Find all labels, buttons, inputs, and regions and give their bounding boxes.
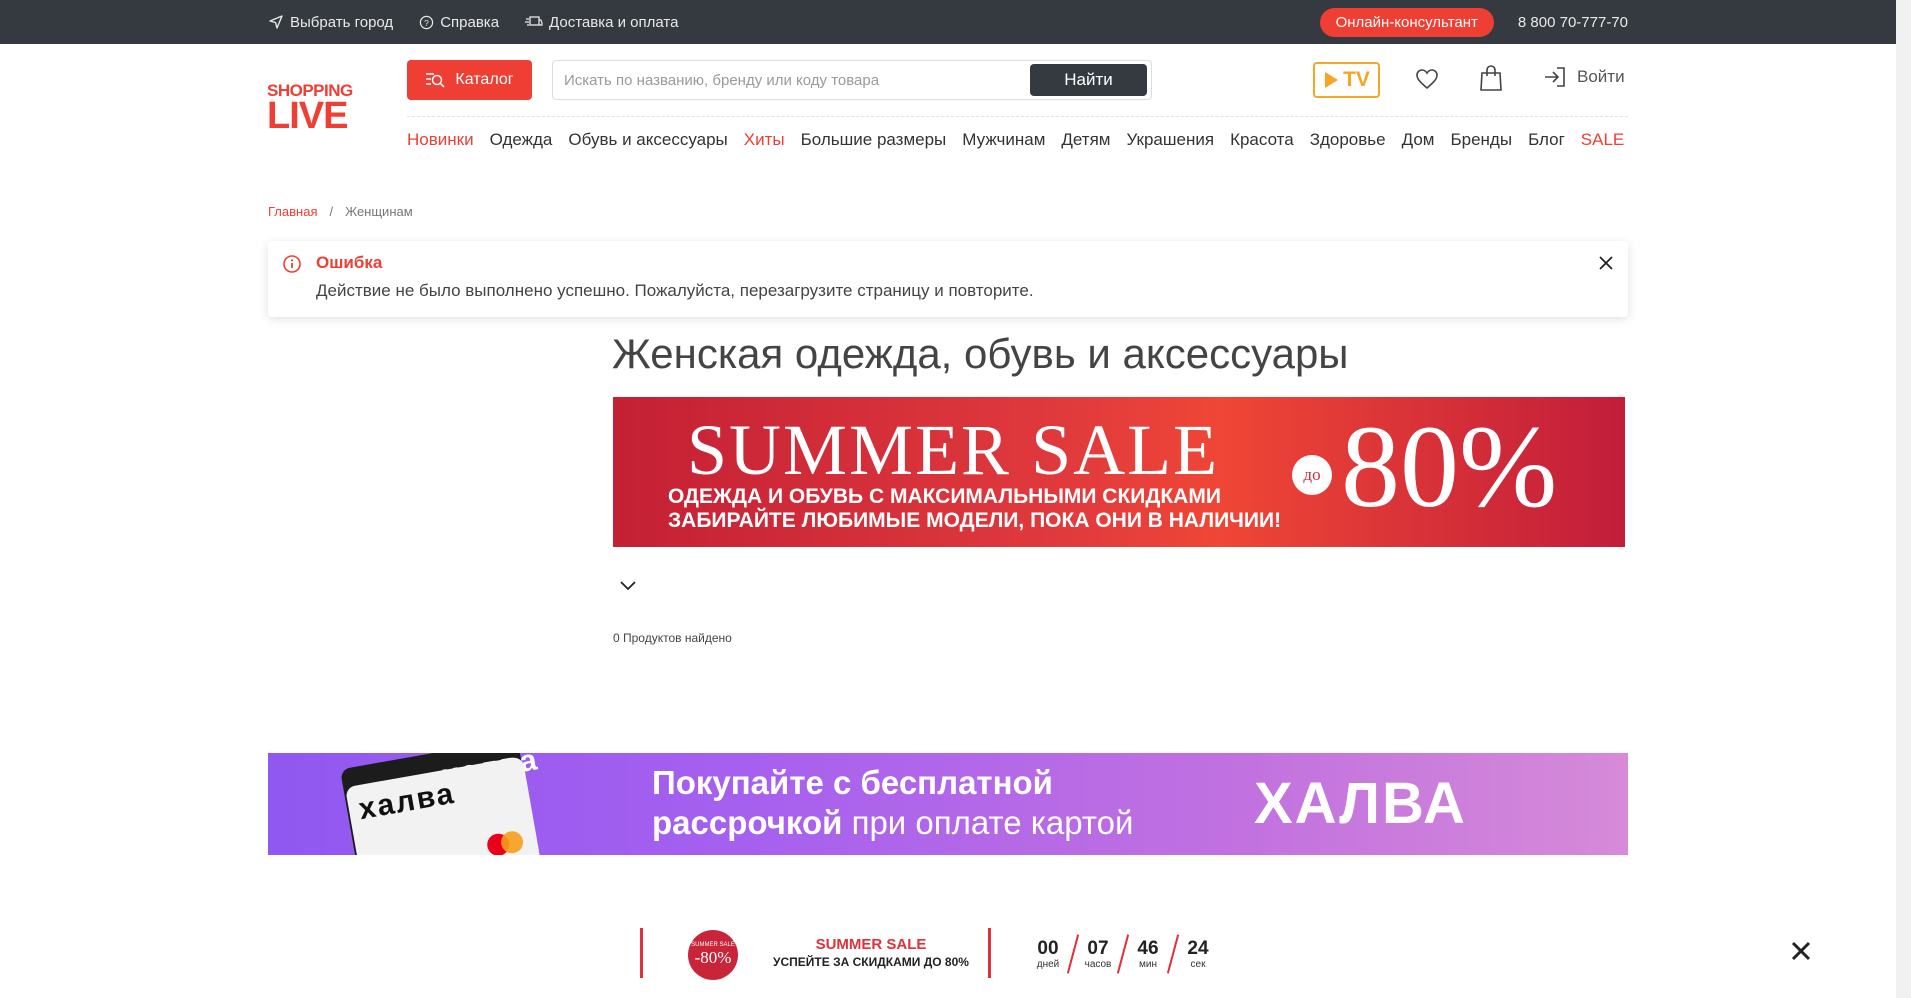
- timer-separator: [1066, 934, 1080, 974]
- close-icon[interactable]: [1790, 940, 1812, 962]
- timer-hours-value: 07: [1087, 937, 1109, 959]
- heart-icon[interactable]: [1415, 68, 1439, 90]
- sale-line-2: ЗАБИРАЙТЕ ЛЮБИМЫЕ МОДЕЛИ, ПОКА ОНИ В НАЛ…: [668, 509, 1282, 532]
- halva-text-bold-2: рассрочкой: [652, 804, 843, 841]
- main-nav: Новинки Одежда Обувь и аксессуары Хиты Б…: [407, 130, 1640, 150]
- badge-value: -80%: [694, 948, 732, 967]
- timer-days: 00 дней: [1030, 937, 1066, 970]
- nav-item-plus-sizes[interactable]: Большие размеры: [801, 130, 947, 150]
- logo-line-2: LIVE: [267, 95, 348, 137]
- alert-message: Действие не было выполнено успешно. Пожа…: [316, 281, 1034, 300]
- halva-banner[interactable]: халва халва Покупайте с бесплатной расср…: [268, 753, 1628, 855]
- timer-days-label: дней: [1036, 958, 1060, 970]
- timer-hours: 07 часов: [1080, 937, 1116, 970]
- sale-headline: SUMMER SALE: [687, 410, 1220, 490]
- card-brand-label: халва: [356, 776, 458, 827]
- sign-in-icon: [1545, 67, 1565, 87]
- play-icon: [1325, 72, 1339, 88]
- delivery-link[interactable]: Доставка и оплата: [525, 14, 678, 31]
- tv-button[interactable]: TV: [1313, 62, 1380, 98]
- login-link[interactable]: Войти: [1543, 66, 1625, 88]
- search-box: Найти: [552, 60, 1152, 100]
- timer-days-value: 00: [1037, 937, 1059, 959]
- countdown-sale-badge: SUMMER SALE -80%: [688, 930, 738, 980]
- catalog-search-icon: [426, 73, 445, 88]
- sale-line-1: ОДЕЖДА И ОБУВЬ С МАКСИМАЛЬНЫМИ СКИДКАМИ: [668, 485, 1221, 508]
- countdown-subtitle: УСПЕЙТЕ ЗА СКИДКАМИ ДО 80%: [773, 955, 969, 969]
- breadcrumb-home[interactable]: Главная: [268, 204, 317, 219]
- question-circle-icon: ?: [419, 15, 434, 29]
- nav-item-health[interactable]: Здоровье: [1310, 130, 1386, 150]
- search-input[interactable]: [553, 62, 1030, 98]
- breadcrumb: Главная / Женщинам: [268, 204, 413, 219]
- halva-text-regular: при оплате картой: [842, 804, 1134, 841]
- nav-item-jewelry[interactable]: Украшения: [1126, 130, 1214, 150]
- timer-seconds-value: 24: [1187, 937, 1209, 959]
- nav-item-beauty[interactable]: Красота: [1230, 130, 1294, 150]
- tv-label: TV: [1343, 68, 1370, 91]
- summer-sale-banner[interactable]: SUMMER SALE ОДЕЖДА И ОБУВЬ С МАКСИМАЛЬНЫ…: [613, 397, 1625, 547]
- catalog-button[interactable]: Каталог: [407, 60, 532, 100]
- error-alert: Ошибка Действие не было выполнено успешн…: [268, 241, 1628, 317]
- header-divider: [407, 116, 1628, 117]
- location-arrow-icon: [269, 15, 283, 29]
- halva-logo: ХАЛВА: [1254, 771, 1467, 836]
- timer-separator: [1166, 934, 1180, 974]
- breadcrumb-separator: /: [329, 204, 334, 219]
- nav-item-sale[interactable]: SALE: [1581, 130, 1624, 150]
- timer-minutes-value: 46: [1137, 937, 1159, 959]
- nav-item-kids[interactable]: Детям: [1061, 130, 1110, 150]
- timer-seconds-label: сек: [1190, 958, 1206, 970]
- phone-number[interactable]: 8 800 70-777-70: [1518, 14, 1628, 31]
- close-icon[interactable]: [1598, 255, 1614, 271]
- countdown-bar: SUMMER SALE -80% SUMMER SALE УСПЕЙТЕ ЗА …: [0, 920, 1896, 998]
- site-logo[interactable]: SHOPPING LIVE: [267, 82, 363, 137]
- halva-text-bold-1: Покупайте с бесплатной: [652, 764, 1053, 801]
- sale-prefix-badge: до: [1292, 455, 1332, 495]
- help-label: Справка: [440, 13, 500, 31]
- choose-city-label: Выбрать город: [290, 13, 394, 31]
- help-link[interactable]: ? Справка: [419, 14, 499, 31]
- timer-hours-label: часов: [1084, 958, 1112, 970]
- choose-city-link[interactable]: Выбрать город: [268, 14, 393, 31]
- timer-separator: [1116, 934, 1130, 974]
- login-label: Войти: [1577, 67, 1625, 86]
- nav-item-brands[interactable]: Бренды: [1450, 130, 1512, 150]
- timer-minutes: 46 мин: [1130, 937, 1166, 970]
- chevron-down-icon[interactable]: [619, 580, 637, 592]
- top-bar: Выбрать город ? Справка Доставка и оплат…: [0, 0, 1896, 44]
- alert-title: Ошибка: [316, 253, 383, 272]
- info-circle-icon: [283, 255, 301, 273]
- countdown-title: SUMMER SALE: [815, 936, 927, 953]
- timer-minutes-label: мин: [1139, 958, 1157, 970]
- mastercard-icon: [485, 829, 525, 855]
- nav-item-hits[interactable]: Хиты: [744, 130, 785, 150]
- products-found-count: 0 Продуктов найдено: [613, 631, 732, 645]
- sale-percent: 80%: [1341, 401, 1558, 532]
- search-button[interactable]: Найти: [1030, 64, 1147, 96]
- online-consultant-button[interactable]: Онлайн-консультант: [1319, 7, 1494, 37]
- nav-item-new[interactable]: Новинки: [407, 130, 474, 150]
- page: Выбрать город ? Справка Доставка и оплат…: [0, 0, 1911, 998]
- scrollbar[interactable]: [1896, 0, 1911, 998]
- page-title: Женская одежда, обувь и аксессуары: [612, 330, 1349, 377]
- catalog-label: Каталог: [455, 71, 514, 88]
- truck-icon: [525, 16, 543, 26]
- countdown-title-block: SUMMER SALE УСПЕЙТЕ ЗА СКИДКАМИ ДО 80%: [766, 936, 976, 969]
- breadcrumb-current: Женщинам: [345, 204, 413, 219]
- countdown-divider-right: [988, 928, 991, 978]
- timer-seconds: 24 сек: [1180, 937, 1216, 970]
- nav-item-clothing[interactable]: Одежда: [490, 130, 553, 150]
- nav-item-home[interactable]: Дом: [1402, 130, 1435, 150]
- nav-item-blog[interactable]: Блог: [1528, 130, 1565, 150]
- nav-item-shoes-accessories[interactable]: Обувь и аксессуары: [568, 130, 727, 150]
- nav-item-men[interactable]: Мужчинам: [962, 130, 1045, 150]
- countdown-timer: 00 дней 07 часов 46 мин 24 сек: [1030, 934, 1216, 974]
- countdown-divider-left: [640, 928, 643, 978]
- svg-text:?: ?: [424, 17, 429, 27]
- halva-text: Покупайте с бесплатной рассрочкой при оп…: [652, 763, 1133, 843]
- shopping-bag-icon[interactable]: [1479, 64, 1503, 92]
- delivery-label: Доставка и оплата: [549, 13, 679, 31]
